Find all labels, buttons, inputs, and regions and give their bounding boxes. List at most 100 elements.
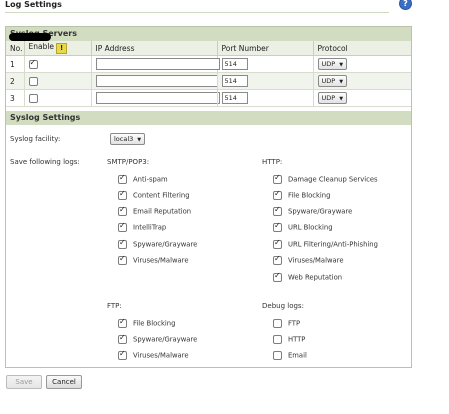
option-label: Spyware/Grayware <box>133 240 198 249</box>
enable-checkbox-2[interactable] <box>28 76 38 86</box>
syslog-settings-title: Syslog Settings <box>10 113 81 122</box>
syslog-facility-select[interactable]: local3 ▼ <box>110 133 146 145</box>
checkbox[interactable] <box>273 205 282 216</box>
log-option[interactable]: Viruses/Malware <box>118 349 189 360</box>
syslog-servers-table: No. Enable! IP Address Port Number Proto… <box>6 33 411 107</box>
checkbox[interactable] <box>118 317 127 328</box>
checkbox[interactable] <box>273 319 282 328</box>
col-ip: IP Address <box>91 41 218 56</box>
option-label: Spyware/Grayware <box>133 335 198 344</box>
checkbox[interactable] <box>118 221 127 232</box>
page-title: Log Settings <box>5 0 62 9</box>
checkbox[interactable] <box>118 205 127 216</box>
debug-logs-label: Debug logs: <box>262 302 304 310</box>
checkbox[interactable] <box>118 349 127 360</box>
save-button[interactable]: Save <box>6 375 42 389</box>
option-label: URL Blocking <box>288 223 333 232</box>
log-option[interactable]: Viruses/Malware <box>273 254 344 265</box>
option-label: Damage Cleanup Services <box>288 175 378 184</box>
option-label: File Blocking <box>133 319 176 328</box>
option-label: Viruses/Malware <box>288 256 344 265</box>
protocol-select-2[interactable]: UDP ▼ <box>317 75 348 87</box>
help-icon[interactable]: ? <box>399 0 412 10</box>
save-logs-label: Save following logs: <box>10 158 80 166</box>
checkbox[interactable] <box>273 335 282 344</box>
ftp-label: FTP: <box>107 302 122 310</box>
port-input-1[interactable]: 514 <box>221 58 248 70</box>
option-label: Email Reputation <box>133 207 192 216</box>
checkbox[interactable] <box>273 221 282 232</box>
option-label: Spyware/Grayware <box>288 207 353 216</box>
log-option[interactable]: HTTP <box>273 335 305 344</box>
col-enable: Enable! <box>24 41 92 56</box>
protocol-value: UDP <box>321 77 336 85</box>
port-input-3[interactable]: 514 <box>221 92 248 104</box>
row-number: 1 <box>6 55 25 73</box>
warning-icon: ! <box>56 43 68 54</box>
log-option[interactable]: Spyware/Grayware <box>273 205 353 216</box>
log-option[interactable]: FTP <box>273 319 300 328</box>
http-label: HTTP: <box>262 158 283 166</box>
col-enable-label: Enable <box>28 42 55 51</box>
log-option[interactable]: Spyware/Grayware <box>118 238 198 249</box>
protocol-value: UDP <box>321 60 336 68</box>
checkbox[interactable] <box>273 254 282 265</box>
chevron-down-icon: ▼ <box>137 137 142 143</box>
table-header-row: No. Enable! IP Address Port Number Proto… <box>6 41 411 56</box>
col-no: No. <box>6 41 25 56</box>
option-label: Viruses/Malware <box>133 256 189 265</box>
checkbox[interactable] <box>118 238 127 249</box>
option-label: Anti-spam <box>133 175 168 184</box>
log-option[interactable]: URL Blocking <box>273 221 333 232</box>
row-number: 2 <box>6 72 25 90</box>
checkbox[interactable] <box>273 271 282 282</box>
port-input-2[interactable]: 514 <box>221 75 248 87</box>
log-option[interactable]: Email Reputation <box>118 205 192 216</box>
checkbox[interactable] <box>273 351 282 360</box>
checkbox[interactable] <box>273 238 282 249</box>
protocol-value: UDP <box>321 94 336 102</box>
cancel-button[interactable]: Cancel <box>46 375 82 389</box>
log-option[interactable]: File Blocking <box>273 189 330 200</box>
ip-address-input-3[interactable] <box>95 92 220 104</box>
option-label: IntelliTrap <box>133 223 167 232</box>
syslog-settings-header: Syslog Settings <box>6 111 411 125</box>
protocol-select-1[interactable]: UDP ▼ <box>317 58 348 70</box>
checkbox[interactable] <box>273 189 282 200</box>
checkbox[interactable] <box>118 333 127 344</box>
option-label: HTTP <box>288 335 306 344</box>
log-option[interactable]: IntelliTrap <box>118 221 167 232</box>
col-port: Port Number <box>217 41 314 56</box>
log-option[interactable]: Web Reputation <box>273 271 343 282</box>
checkbox[interactable] <box>118 254 127 265</box>
option-label: Web Reputation <box>288 273 343 282</box>
checkbox[interactable] <box>118 173 127 184</box>
enable-checkbox-3[interactable] <box>28 93 38 103</box>
ip-address-input-2[interactable] <box>95 75 220 87</box>
log-option[interactable]: Anti-spam <box>118 173 168 184</box>
option-label: URL Filtering/Anti-Phishing <box>288 240 378 249</box>
log-option[interactable]: File Blocking <box>118 317 176 328</box>
chevron-down-icon: ▼ <box>339 96 344 102</box>
facility-value: local3 <box>114 135 134 143</box>
option-label: Email <box>288 351 307 360</box>
table-row: 1 514 UDP▼ <box>6 33 411 73</box>
syslog-facility-label: Syslog facility: <box>10 135 61 143</box>
log-option[interactable]: Email <box>273 351 307 360</box>
log-option[interactable]: Damage Cleanup Services <box>273 173 378 184</box>
log-option[interactable]: URL Filtering/Anti-Phishing <box>273 238 378 249</box>
title-divider <box>5 12 389 13</box>
checkbox[interactable] <box>273 173 282 184</box>
table-row: 3 514 UDP ▼ <box>6 89 411 107</box>
table-row: 2 514 UDP ▼ <box>6 72 411 90</box>
smtp-pop3-label: SMTP/POP3: <box>107 158 150 166</box>
ip-address-input-1[interactable] <box>95 58 220 70</box>
log-option[interactable]: Viruses/Malware <box>118 254 189 265</box>
redacted-ip-mark <box>9 33 51 41</box>
log-option[interactable]: Spyware/Grayware <box>118 333 198 344</box>
option-label: Viruses/Malware <box>133 351 189 360</box>
protocol-select-3[interactable]: UDP ▼ <box>317 92 348 104</box>
checkbox[interactable] <box>118 189 127 200</box>
log-option[interactable]: Content Filtering <box>118 189 190 200</box>
enable-checkbox-1[interactable] <box>28 58 38 69</box>
